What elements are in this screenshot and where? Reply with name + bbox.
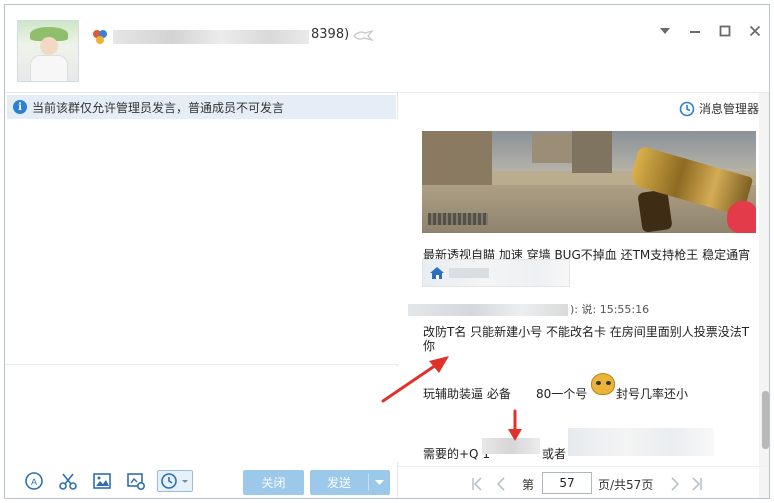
admin-only-notice: i 当前该群仅允许管理员发言，普通成员不可发言 — [7, 95, 396, 119]
history-clock-icon[interactable] — [157, 470, 193, 492]
history-pager: 第 57 页/共57页 — [398, 466, 769, 498]
group-avatar[interactable] — [17, 20, 79, 82]
chat-header: 8398) — [5, 5, 769, 93]
scissors-icon[interactable] — [57, 470, 79, 492]
font-style-icon[interactable]: A — [23, 470, 45, 492]
minimize-icon[interactable] — [687, 23, 703, 39]
next-page-icon[interactable] — [668, 476, 682, 492]
message-line: 需要的+Q 1 — [423, 447, 490, 461]
group-icon — [93, 30, 107, 44]
page-total: 页/共57页 — [598, 478, 654, 492]
maximize-icon[interactable] — [717, 23, 733, 39]
send-options-chevron-icon[interactable] — [369, 470, 390, 495]
image-icon[interactable] — [91, 470, 113, 492]
message-line: 改防T名 只能新建小号 不能改名卡 在房间里面别人投票没法T — [423, 325, 750, 339]
game-screenshot-image[interactable] — [422, 131, 756, 233]
page-number-input[interactable]: 57 — [542, 472, 592, 494]
chat-left-pane: i 当前该群仅允许管理员发言，普通成员不可发言 A 关闭 发送 — [5, 93, 398, 498]
annotation-arrow — [508, 409, 522, 441]
prev-page-icon[interactable] — [494, 476, 508, 492]
input-toolbar: A 关闭 发送 — [5, 462, 398, 498]
page-prefix: 第 — [522, 478, 535, 492]
message-manager-label[interactable]: 消息管理器 — [699, 100, 759, 117]
group-name-redacted — [113, 30, 309, 44]
close-button[interactable]: 关闭 — [243, 470, 304, 495]
message-line: 封号几率还小 — [616, 387, 689, 401]
chat-window: 8398) i 当前该群仅允许管理员发言，普通成员不可发言 A 关闭 发送 消息… — [4, 4, 770, 499]
screenshot-settings-icon[interactable] — [125, 470, 147, 492]
svg-text:A: A — [31, 477, 37, 487]
chat-history-pane: 消息管理器 最新透视自瞄 加速 穿墙 BUG不掉血 还TM支持枪王 稳定通宵 )… — [398, 93, 769, 498]
first-page-icon[interactable] — [470, 476, 484, 492]
house-icon — [430, 267, 444, 279]
message-input[interactable] — [5, 366, 398, 462]
scrollbar-thumb[interactable] — [762, 391, 769, 449]
message-line: 或者 — [542, 447, 567, 461]
shared-link-card[interactable] — [422, 259, 570, 287]
send-button[interactable]: 发送 — [310, 470, 390, 495]
cat-emoji-sticker — [591, 373, 615, 395]
last-page-icon[interactable] — [690, 476, 704, 492]
group-level-icon[interactable] — [351, 27, 375, 43]
notice-text: 当前该群仅允许管理员发言，普通成员不可发言 — [32, 100, 285, 115]
message-display-area[interactable] — [5, 119, 398, 365]
chevron-down-icon[interactable] — [657, 23, 673, 39]
send-button-label[interactable]: 发送 — [310, 470, 368, 495]
info-icon: i — [13, 100, 27, 114]
clock-icon — [679, 101, 695, 116]
sender-name-redacted — [408, 304, 568, 316]
annotation-arrow — [381, 356, 449, 403]
message-timestamp: ): 说: 15:55:16 — [570, 303, 650, 316]
close-icon[interactable] — [747, 23, 763, 39]
message-manager-link[interactable]: 消息管理器 — [679, 100, 759, 117]
history-scrollbar[interactable] — [759, 93, 769, 498]
message-line: 80一个号 — [536, 387, 588, 401]
contact-redacted — [568, 428, 714, 456]
group-number-suffix: 8398) — [311, 27, 350, 42]
